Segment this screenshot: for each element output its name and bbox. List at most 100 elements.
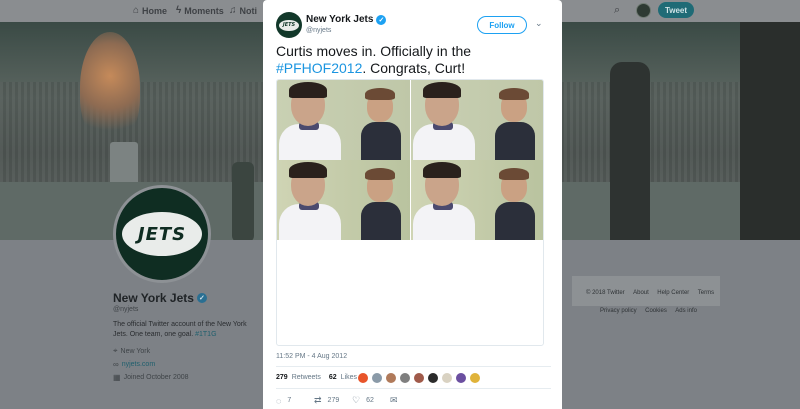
liker-avatar[interactable] [413,372,425,384]
nav-notifications-label: Noti [239,5,258,16]
footer-about[interactable]: About [633,290,649,296]
photo-frame [411,80,543,160]
photo-person [413,160,475,240]
like-button[interactable]: ♡ 62 [352,395,390,406]
likers-avatars [357,372,481,384]
calendar-icon: ▦ [113,373,121,382]
profile-joined: ▦ Joined October 2008 [113,373,189,382]
tweet-author-name-text: New York Jets [306,14,374,25]
jets-mini-logo-text: JETS [282,22,296,28]
nav-home-label: Home [142,5,168,16]
liker-avatar[interactable] [385,372,397,384]
tweet-timestamp[interactable]: 11:52 PM - 4 Aug 2012 [276,353,347,360]
photo-person [495,168,535,240]
photo-strip-right [411,80,543,240]
jets-mini-logo: JETS [279,19,299,31]
divider [276,388,551,389]
follow-button[interactable]: Follow [477,16,527,34]
profile-joined-text: Joined October 2008 [123,374,189,381]
nav-notifications[interactable]: ♫ Noti [229,5,257,16]
tweet-stats: 279 Retweets 62 Likes [276,374,357,381]
tweet-photo[interactable] [276,79,544,346]
photo-frame [277,80,410,160]
envelope-icon: ✉ [390,395,398,405]
nav-avatar[interactable] [636,3,651,18]
footer-cookies[interactable]: Cookies [645,308,667,314]
liker-avatar[interactable] [469,372,481,384]
profile-bio: The official Twitter account of the New … [113,320,253,340]
profile-handle[interactable]: @nyjets [113,306,138,313]
profile-location-text: New York [120,347,151,355]
liker-avatar[interactable] [455,372,467,384]
photo-frame [411,160,543,240]
reply-count: 7 [287,397,292,404]
footer-terms[interactable]: Terms [698,290,714,296]
verified-badge-icon: ✓ [376,14,387,25]
photo-person [279,160,341,240]
banner-flame [80,32,140,142]
likes-label[interactable]: Likes [341,374,357,381]
retweets-count[interactable]: 279 [276,374,288,381]
divider [276,366,551,367]
retweet-button[interactable]: ⇄ 279 [314,395,352,406]
nav-home[interactable]: ⌂ Home [133,5,167,16]
liker-avatar[interactable] [441,372,453,384]
tweet-hashtag[interactable]: #PFHOF2012 [276,60,362,76]
photo-person [413,80,475,160]
retweet-icon: ⇄ [314,395,322,405]
photo-person [279,80,341,160]
search-icon[interactable]: ⌕ [614,4,620,17]
tweet-text: Curtis moves in. Officially in the #PFHO… [276,43,551,77]
nav-moments[interactable]: ϟ Moments [176,5,224,16]
tweet-author-name[interactable]: New York Jets ✓ [306,14,387,25]
liker-avatar[interactable] [371,372,383,384]
profile-name[interactable]: New York Jets ✓ [113,291,207,305]
bell-icon: ♫ [229,5,237,16]
chevron-down-icon[interactable]: ⌄ [535,18,543,29]
nav-moments-label: Moments [184,5,224,16]
footer-copyright: © 2018 Twitter [586,290,625,296]
liker-avatar[interactable] [399,372,411,384]
direct-message-button[interactable]: ✉ [390,395,428,406]
compose-tweet-button[interactable]: Tweet [658,2,694,18]
retweets-label[interactable]: Retweets [292,374,321,381]
tweet-text-end: . Congrats, Curt! [362,60,466,76]
profile-website-link[interactable]: nyjets.com [122,361,155,368]
banner-sideline-person [610,62,650,240]
profile-bio-text: The official Twitter account of the New … [113,321,247,338]
liker-avatar[interactable] [427,372,439,384]
location-pin-icon: ⌖ [113,346,118,355]
banner-sideline-person-2 [740,22,800,240]
tweet-author-handle[interactable]: @nyjets [306,27,331,34]
verified-badge-icon: ✓ [196,293,207,303]
photo-person [361,168,401,240]
profile-name-text: New York Jets [113,291,194,305]
tweet-text-main: Curtis moves in. Officially in the [276,43,472,59]
tweet-modal: JETS New York Jets ✓ @nyjets Follow ⌄ Cu… [263,0,562,409]
photo-person [495,88,535,160]
footer-links: © 2018 Twitter About Help Center Terms P… [572,276,720,314]
tweet-actions: ◌ 7 ⇄ 279 ♡ 62 ✉ [276,395,428,406]
reply-icon: ◌ [276,395,282,406]
reply-button[interactable]: ◌ 7 [276,395,314,406]
lightning-icon: ϟ [176,5,182,16]
footer-privacy[interactable]: Privacy policy [600,308,637,314]
heart-icon: ♡ [352,395,361,405]
banner-player [232,162,254,240]
photo-frame [277,160,410,240]
footer-ads-info[interactable]: Ads info [675,308,697,314]
profile-website[interactable]: ∞ nyjets.com [113,360,155,369]
liker-avatar[interactable] [357,372,369,384]
likes-count[interactable]: 62 [329,374,337,381]
jets-logo-text: JETS [137,223,187,245]
link-icon: ∞ [113,360,119,369]
jets-logo: JETS [122,212,202,256]
profile-bio-hashtag[interactable]: #1T1G [195,331,216,338]
profile-location: ⌖ New York [113,346,150,356]
profile-avatar[interactable]: JETS [113,185,211,283]
retweet-count: 279 [327,397,340,404]
tweet-author-avatar[interactable]: JETS [276,12,302,38]
footer-help-center[interactable]: Help Center [657,290,689,296]
photo-person [361,88,401,160]
like-count: 62 [366,397,374,404]
